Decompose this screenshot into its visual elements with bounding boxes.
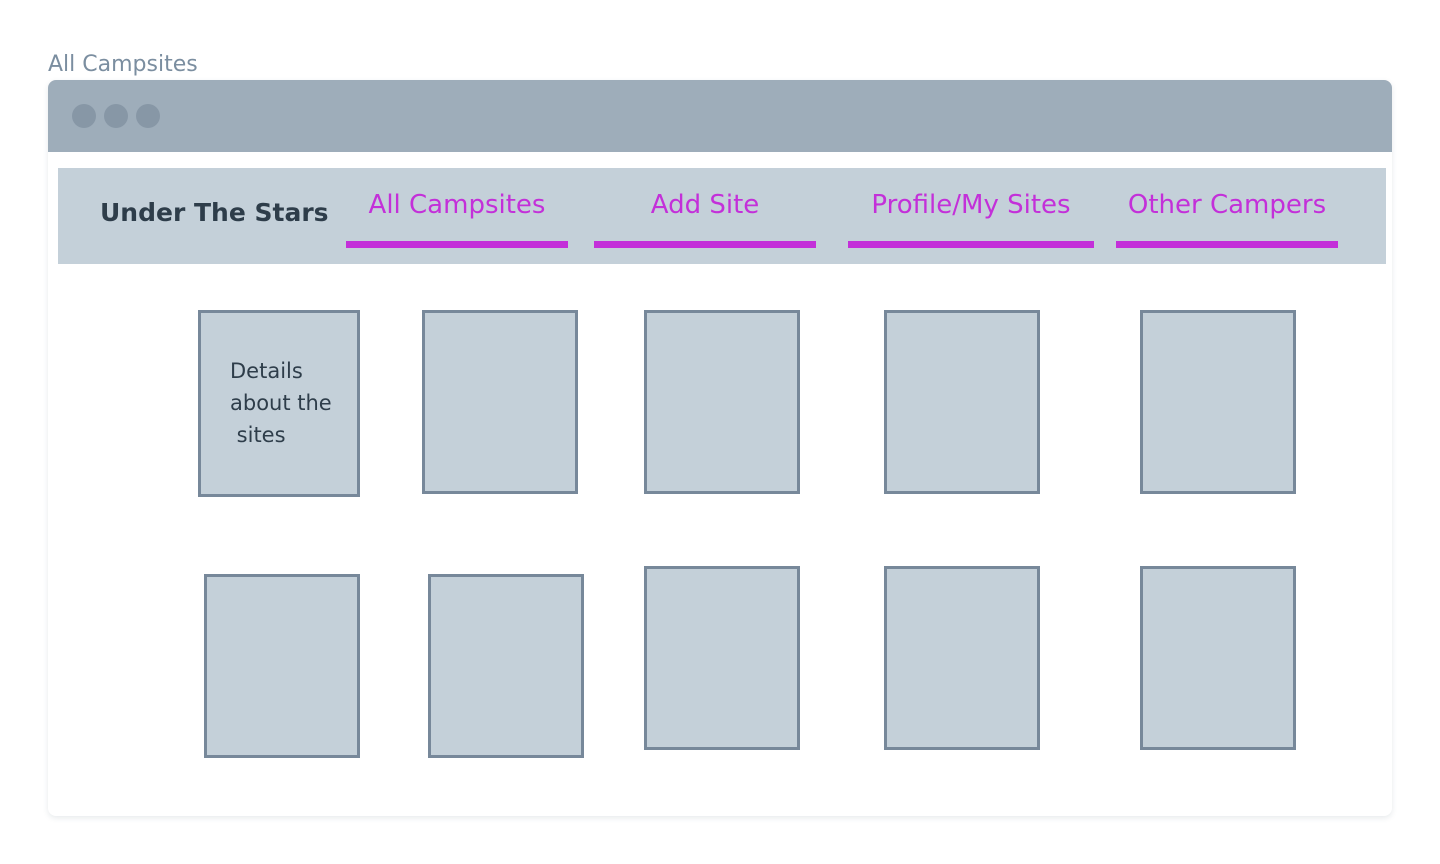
window-titlebar [48, 80, 1392, 152]
nav-link-label: All Campsites [368, 190, 546, 220]
window-dot-icon [72, 104, 96, 128]
nav-underline [346, 241, 568, 248]
campsite-card[interactable] [1140, 310, 1296, 494]
campsite-card[interactable] [422, 310, 578, 494]
nav-link-profile-my-sites[interactable]: Profile/My Sites [848, 186, 1094, 248]
campsite-card-details: Details about the sites [230, 359, 332, 447]
campsite-card[interactable] [204, 574, 360, 758]
browser-window: Under The Stars All Campsites Add Site P… [48, 80, 1392, 816]
campsite-card[interactable] [644, 566, 800, 750]
campsite-card[interactable] [884, 566, 1040, 750]
nav-link-label: Profile/My Sites [871, 190, 1071, 220]
campsite-card[interactable]: Details about the sites [198, 310, 360, 497]
campsite-card[interactable] [1140, 566, 1296, 750]
nav-link-add-site[interactable]: Add Site [594, 186, 816, 248]
campsite-card[interactable] [644, 310, 800, 494]
campsite-card[interactable] [884, 310, 1040, 494]
window-dot-icon [104, 104, 128, 128]
site-brand: Under The Stars [100, 198, 329, 227]
campsite-card[interactable] [428, 574, 584, 758]
navbar: Under The Stars All Campsites Add Site P… [58, 168, 1386, 264]
window-dot-icon [136, 104, 160, 128]
nav-link-other-campers[interactable]: Other Campers [1116, 186, 1338, 248]
nav-underline [594, 241, 816, 248]
nav-underline [1116, 241, 1338, 248]
nav-underline [848, 241, 1094, 248]
nav-link-all-campsites[interactable]: All Campsites [346, 186, 568, 248]
nav-link-label: Add Site [650, 190, 760, 220]
page-label: All Campsites [48, 52, 198, 77]
nav-link-label: Other Campers [1127, 190, 1327, 220]
